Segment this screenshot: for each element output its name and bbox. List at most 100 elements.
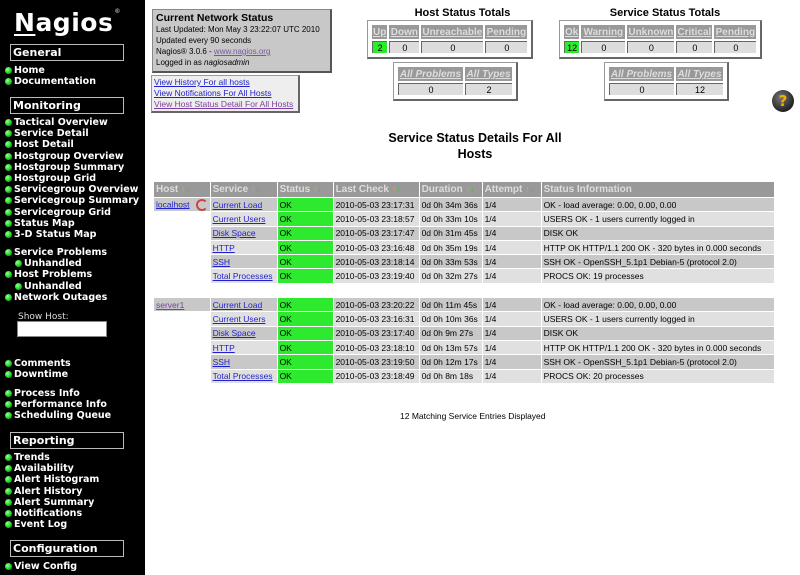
sidebar-item-servicegroup-summary[interactable]: Servicegroup Summary xyxy=(5,195,139,206)
sidebar-item-host-detail[interactable]: Host Detail xyxy=(5,139,139,150)
nagios-logo[interactable]: Nagios® xyxy=(14,8,121,37)
service-link[interactable]: Total Processes xyxy=(213,371,273,381)
service-link[interactable]: Disk Space xyxy=(213,328,256,338)
sidebar: Nagios® General Home Documentation Monito… xyxy=(0,0,145,575)
host-down-header[interactable]: Down xyxy=(389,25,420,39)
sidebar-item-hostgroup-grid[interactable]: Hostgroup Grid xyxy=(5,173,139,184)
sidebar-item-servicegroup-grid[interactable]: Servicegroup Grid xyxy=(5,207,139,218)
service-link[interactable]: Total Processes xyxy=(213,271,273,281)
sort-descending-icon[interactable]: ↓ xyxy=(396,184,401,194)
status-badge: OK xyxy=(277,312,333,326)
service-link[interactable]: Current Users xyxy=(213,214,266,224)
page-title: Service Status Details For All Hosts xyxy=(388,131,562,161)
view-host-status-link[interactable]: View Host Status Detail For All Hosts xyxy=(154,99,296,110)
sidebar-item-view-config[interactable]: View Config xyxy=(5,561,77,572)
service-totals-title: Service Status Totals xyxy=(609,7,721,19)
service-link[interactable]: Current Users xyxy=(213,314,266,324)
host-link[interactable]: server1 xyxy=(156,300,184,310)
sidebar-item-unhandled[interactable]: Unhandled xyxy=(5,281,107,292)
host-pending-count: 0 xyxy=(485,41,528,53)
host-pending-header[interactable]: Pending xyxy=(485,25,528,39)
svc-critical-header[interactable]: Critical xyxy=(676,25,713,39)
sort-descending-icon[interactable]: ↓ xyxy=(317,184,322,194)
service-link[interactable]: SSH xyxy=(213,357,230,367)
sort-descending-icon[interactable]: ↓ xyxy=(530,184,535,194)
sort-descending-icon[interactable]: ↓ xyxy=(186,184,191,194)
host-link[interactable]: localhost xyxy=(156,199,190,209)
svc-ok-header[interactable]: Ok xyxy=(564,25,580,39)
service-link[interactable]: Current Load xyxy=(213,200,263,210)
sort-descending-icon[interactable]: ↓ xyxy=(470,184,475,194)
svc-pending-header[interactable]: Pending xyxy=(714,25,757,39)
svc-warning-header[interactable]: Warning xyxy=(581,25,626,39)
sidebar-item-home[interactable]: Home xyxy=(5,65,96,76)
last-check-cell: 2010-05-03 23:18:57 xyxy=(333,212,419,226)
nagios-website-link[interactable]: www.nagios.org xyxy=(214,47,270,56)
sidebar-item-hostgroup-overview[interactable]: Hostgroup Overview xyxy=(5,151,139,162)
duration-cell: 0d 0h 9m 27s xyxy=(419,326,482,340)
sort-descending-icon[interactable]: ↓ xyxy=(255,184,260,194)
host-all-problems-header[interactable]: All Problems xyxy=(398,67,463,81)
sidebar-item-label: Scheduling Queue xyxy=(14,410,112,422)
service-link[interactable]: Current Load xyxy=(213,300,263,310)
debian-logo-icon xyxy=(195,198,208,211)
status-info-cell: SSH OK - OpenSSH_5.1p1 Debian-5 (protoco… xyxy=(541,355,774,369)
host-all-types-header[interactable]: All Types xyxy=(465,67,512,81)
sidebar-item-alert-histogram[interactable]: Alert Histogram xyxy=(5,474,99,485)
sidebar-item-downtime[interactable]: Downtime xyxy=(5,369,71,380)
section-reporting: Reporting xyxy=(10,432,124,449)
column-header-status[interactable]: Status ↑↓ xyxy=(277,182,333,197)
sidebar-item-label: Servicegroup Summary xyxy=(14,195,140,207)
sidebar-item-availability[interactable]: Availability xyxy=(5,463,99,474)
sidebar-item-3-d-status-map[interactable]: 3-D Status Map xyxy=(5,229,139,240)
sidebar-item-process-info[interactable]: Process Info xyxy=(5,388,111,399)
sidebar-item-network-outages[interactable]: Network Outages xyxy=(5,292,107,303)
host-cell xyxy=(154,370,210,383)
view-history-link[interactable]: View History For all hosts xyxy=(154,77,296,88)
sidebar-item-hostgroup-summary[interactable]: Hostgroup Summary xyxy=(5,162,139,173)
service-link[interactable]: Disk Space xyxy=(213,228,256,238)
show-host-input[interactable] xyxy=(17,321,107,337)
svc-all-problems-header[interactable]: All Problems xyxy=(609,67,674,81)
version-line: Nagios® 3.0.6 - www.nagios.org xyxy=(156,46,327,57)
general-nav: Home Documentation xyxy=(5,65,96,87)
sidebar-item-event-log[interactable]: Event Log xyxy=(5,519,99,530)
sidebar-item-unhandled[interactable]: Unhandled xyxy=(5,258,107,269)
view-notifications-link[interactable]: View Notifications For All Hosts xyxy=(154,88,296,99)
help-icon[interactable]: ? xyxy=(772,90,794,112)
column-header-last-check[interactable]: Last Check ↑↓ xyxy=(333,182,419,197)
sidebar-item-comments[interactable]: Comments xyxy=(5,358,71,369)
logo-text: agios xyxy=(35,8,114,37)
svc-all-types-header[interactable]: All Types xyxy=(676,67,723,81)
sidebar-item-performance-info[interactable]: Performance Info xyxy=(5,399,111,410)
sidebar-item-host-problems[interactable]: Host Problems xyxy=(5,269,107,280)
column-header-service[interactable]: Service ↑↓ xyxy=(210,182,277,197)
sidebar-item-scheduling-queue[interactable]: Scheduling Queue xyxy=(5,410,111,421)
host-unreachable-header[interactable]: Unreachable xyxy=(421,25,484,39)
sidebar-item-status-map[interactable]: Status Map xyxy=(5,218,139,229)
sidebar-item-documentation[interactable]: Documentation xyxy=(5,76,96,87)
sidebar-item-notifications[interactable]: Notifications xyxy=(5,508,99,519)
section-configuration: Configuration xyxy=(10,540,124,557)
sidebar-item-servicegroup-overview[interactable]: Servicegroup Overview xyxy=(5,184,139,195)
attempt-cell: 1/4 xyxy=(482,255,541,269)
service-link[interactable]: HTTP xyxy=(213,343,235,353)
sidebar-item-alert-summary[interactable]: Alert Summary xyxy=(5,497,99,508)
column-header-status-information[interactable]: Status Information xyxy=(541,182,774,197)
service-link[interactable]: HTTP xyxy=(213,243,235,253)
column-header-host[interactable]: Host ↑↓ xyxy=(154,182,210,197)
sidebar-item-alert-history[interactable]: Alert History xyxy=(5,486,99,497)
svc-unknown-header[interactable]: Unknown xyxy=(627,25,675,39)
sidebar-item-service-detail[interactable]: Service Detail xyxy=(5,128,139,139)
status-badge: OK xyxy=(277,255,333,269)
column-header-attempt[interactable]: Attempt ↑↓ xyxy=(482,182,541,197)
sidebar-item-tactical-overview[interactable]: Tactical Overview xyxy=(5,117,139,128)
status-info-cell: HTTP OK HTTP/1.1 200 OK - 320 bytes in 0… xyxy=(541,240,774,255)
duration-cell: 0d 0h 13m 57s xyxy=(419,340,482,355)
sidebar-item-label: Process Info xyxy=(14,388,80,400)
service-link[interactable]: SSH xyxy=(213,257,230,267)
sidebar-item-service-problems[interactable]: Service Problems xyxy=(5,247,107,258)
column-header-duration[interactable]: Duration ↑↓ xyxy=(419,182,482,197)
sidebar-item-trends[interactable]: Trends xyxy=(5,452,99,463)
host-up-header[interactable]: Up xyxy=(372,25,388,39)
